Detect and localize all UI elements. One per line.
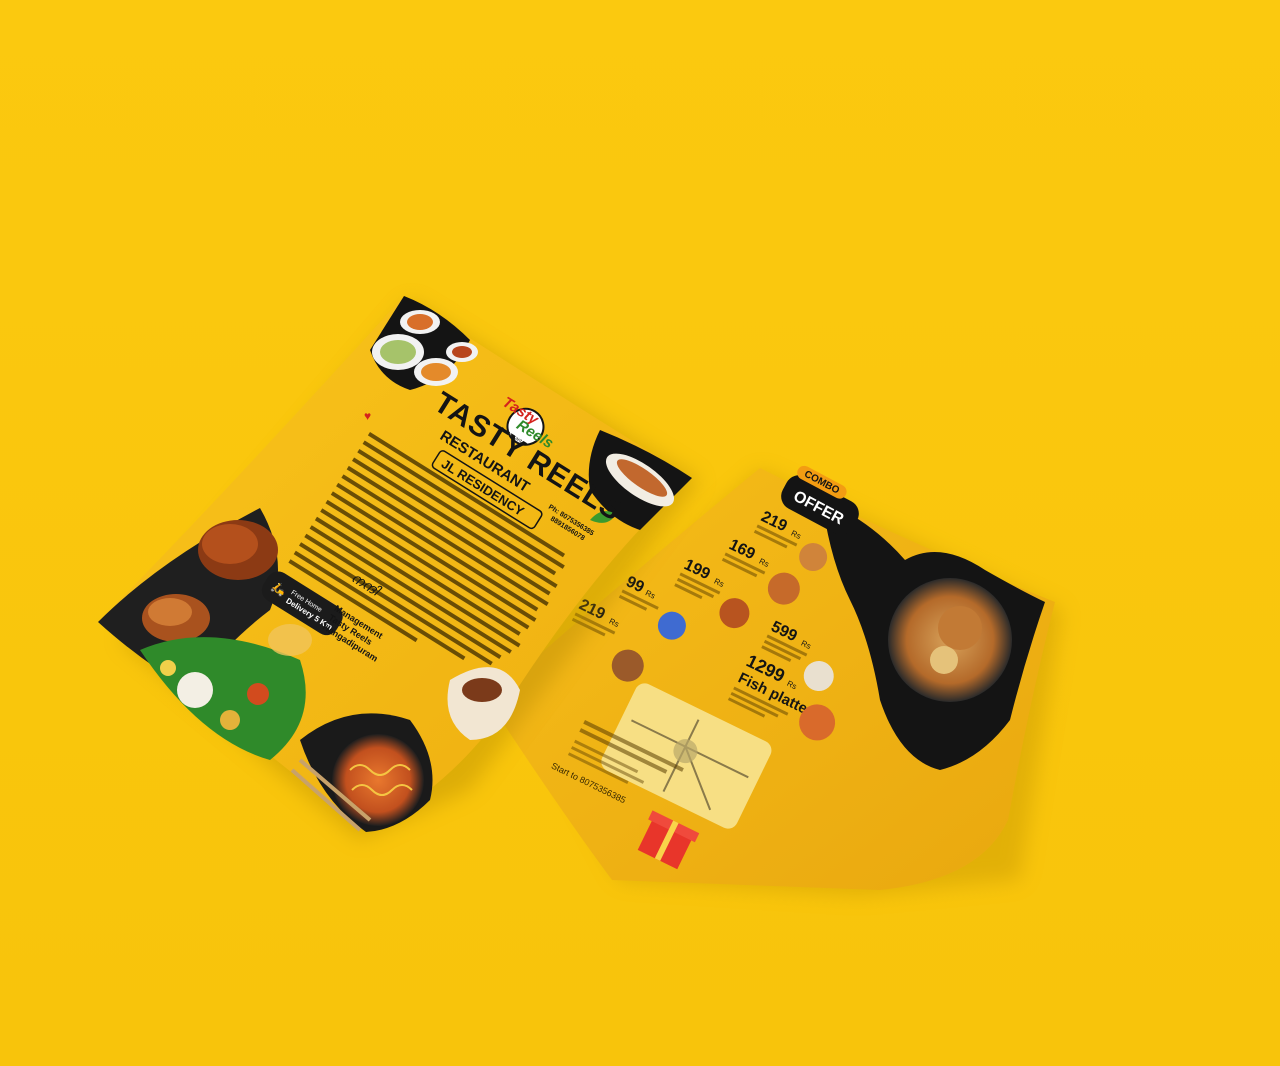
heart-icon: ♥ bbox=[364, 409, 371, 423]
mockup-illustration: COMBO OFFER 219 Rs 169 Rs 199 Rs 99 Rs 5… bbox=[0, 0, 1280, 1066]
scene: COMBO OFFER 219 Rs 169 Rs 199 Rs 99 Rs 5… bbox=[0, 0, 1280, 1066]
